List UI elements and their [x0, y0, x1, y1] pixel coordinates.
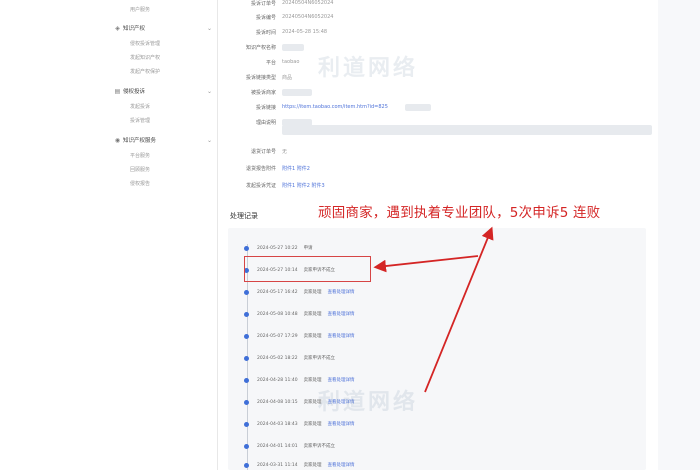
record-status: 卖家申诉不成立 — [303, 444, 336, 449]
field-value: 无 — [282, 149, 288, 155]
record-status: 卖家处理 — [303, 463, 322, 468]
record-time: 2024-05-07 17:29 — [257, 333, 298, 339]
chevron-down-icon: ⌄ — [206, 87, 212, 95]
sidebar-group-ip-service[interactable]: ◉ 知识产权服务 ⌄ — [112, 134, 212, 146]
field-label: 投诉链接 — [255, 105, 276, 111]
field-value: taobao — [282, 59, 300, 65]
timeline-dot — [244, 333, 249, 339]
field-label: 被投诉商家 — [250, 90, 276, 96]
timeline-dot — [244, 289, 249, 295]
sidebar-group-label: 知识产权服务 — [123, 138, 157, 144]
field-value: 20240504N6052024 — [282, 0, 334, 6]
sidebar-item[interactable]: 发起投诉 — [130, 103, 150, 110]
field-label: 投诉链接类型 — [245, 75, 276, 81]
timeline-dot — [244, 377, 249, 383]
timeline-dot — [244, 399, 249, 405]
field-label: 投诉编号 — [255, 15, 276, 21]
record-time: 2024-05-02 18:22 — [257, 355, 298, 361]
sidebar-group-ip[interactable]: ◈ 知识产权 ⌄ — [112, 22, 212, 34]
field-label: 理由说明 — [255, 120, 276, 126]
complaint-link[interactable]: https://item.taobao.com/item.htm?id=825 — [282, 104, 388, 110]
field-value: 2024-05-28 15:48 — [282, 29, 328, 35]
field-label: 投诉订单号 — [250, 1, 276, 7]
record-time: 2024-05-17 16:42 — [257, 289, 298, 295]
sidebar-group-complaint[interactable]: ▤ 侵权投诉 ⌄ — [112, 85, 212, 97]
field-label: 投诉时间 — [255, 30, 276, 36]
redacted-value — [282, 89, 312, 96]
view-detail-link[interactable]: 查看处理详情 — [328, 311, 355, 317]
service-icon: ◉ — [114, 136, 121, 144]
records-title: 处理记录 — [230, 212, 258, 220]
shield-icon: ◈ — [115, 24, 120, 32]
record-status: 卖家处理 — [303, 334, 322, 339]
right-gutter — [658, 0, 700, 470]
sidebar-item[interactable]: 投诉管理 — [130, 117, 150, 124]
record-time: 2024-05-27 10:22 — [257, 245, 298, 251]
watermark: 利道网络 — [318, 390, 419, 415]
timeline-row: 2024-03-31 11:14 卖家处理 查看处理详情 — [244, 460, 355, 470]
record-time: 2024-04-08 10:15 — [257, 399, 298, 405]
record-status: 申请 — [303, 246, 313, 251]
view-detail-link[interactable]: 查看处理详情 — [328, 377, 355, 383]
sidebar-item[interactable]: 发起产权保护 — [130, 68, 160, 75]
timeline-row: 2024-04-03 18:43 卖家处理 查看处理详情 — [244, 419, 355, 429]
field-label: 平台 — [265, 60, 276, 66]
sidebar-item[interactable]: 发起知识产权 — [130, 54, 160, 61]
sidebar-group-label: 知识产权 — [123, 26, 146, 32]
timeline-dot — [244, 462, 249, 468]
chevron-down-icon: ⌄ — [206, 136, 212, 144]
record-time: 2024-04-01 14:01 — [257, 443, 298, 449]
record-time: 2024-03-31 11:14 — [257, 462, 298, 468]
record-status: 卖家处理 — [303, 422, 322, 427]
redacted-value — [405, 104, 431, 111]
record-time: 2024-05-08 10:48 — [257, 311, 298, 317]
field-label: 退货报告附件 — [245, 166, 276, 172]
timeline-dot — [244, 245, 249, 251]
sidebar-item-user-service[interactable]: 用户服务 — [130, 6, 150, 13]
chevron-down-icon: ⌄ — [206, 24, 212, 32]
redacted-value — [282, 44, 304, 51]
sidebar-item[interactable]: 回顾服务 — [130, 166, 150, 173]
timeline-row: 2024-05-17 16:42 卖家处理 查看处理详情 — [244, 287, 355, 297]
field-label: 发起投诉凭证 — [245, 183, 276, 189]
record-status: 卖家处理 — [303, 290, 322, 295]
field-label: 知识产权名称 — [245, 45, 276, 51]
timeline-row: 2024-05-27 10:22 申请 — [244, 243, 319, 253]
timeline-dot — [244, 443, 249, 449]
sidebar-item[interactable]: 平台服务 — [130, 152, 150, 159]
redacted-value — [282, 125, 652, 135]
view-detail-link[interactable]: 查看处理详情 — [328, 333, 355, 339]
sidebar-item[interactable]: 侵权报告 — [130, 180, 150, 187]
record-status: 卖家处理 — [303, 312, 322, 317]
timeline-dot — [244, 311, 249, 317]
field-value: 商品 — [282, 75, 293, 81]
view-detail-link[interactable]: 查看处理详情 — [328, 289, 355, 295]
timeline-dot — [244, 421, 249, 427]
attachment-links[interactable]: 附件1 附件2 附件3 — [282, 182, 325, 189]
annotation-text: 顽固商家，遇到执着专业团队，5次申诉5 连败 — [318, 205, 601, 221]
sidebar-group-label: 侵权投诉 — [123, 89, 146, 95]
sidebar-item[interactable]: 侵权投诉管理 — [130, 40, 160, 47]
timeline-row: 2024-05-02 18:22 卖家申诉不成立 — [244, 353, 341, 363]
timeline-dot — [244, 355, 249, 361]
view-detail-link[interactable]: 查看处理详情 — [328, 421, 355, 427]
timeline-row: 2024-05-07 17:29 卖家处理 查看处理详情 — [244, 331, 355, 341]
record-status: 卖家处理 — [303, 378, 322, 383]
attachment-links[interactable]: 附件1 附件2 — [282, 165, 310, 172]
sidebar: 用户服务 ◈ 知识产权 ⌄ 侵权投诉管理 发起知识产权 发起产权保护 ▤ 侵权投… — [0, 0, 218, 470]
view-detail-link[interactable]: 查看处理详情 — [328, 462, 355, 468]
record-time: 2024-04-03 18:43 — [257, 421, 298, 427]
record-status: 卖家申诉不成立 — [303, 356, 336, 361]
document-icon: ▤ — [114, 87, 121, 95]
record-time: 2024-04-28 11:40 — [257, 377, 298, 383]
highlight-box — [244, 256, 371, 282]
timeline-row: 2024-04-01 14:01 卖家申诉不成立 — [244, 441, 341, 451]
field-value: 20240504N6052024 — [282, 14, 334, 20]
watermark: 利道网络 — [318, 56, 419, 81]
timeline-row: 2024-05-08 10:48 卖家处理 查看处理详情 — [244, 309, 355, 319]
field-label: 退货订单号 — [250, 149, 276, 155]
